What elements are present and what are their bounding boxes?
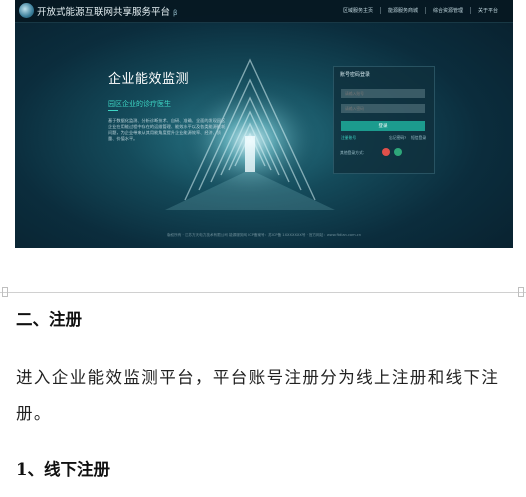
login-panel: 账号密码登录 登录 注册账号 忘记密码? 短信登录 其他登录方式： (333, 66, 435, 174)
platform-logo-icon (19, 3, 34, 18)
username-input[interactable] (341, 89, 425, 98)
forgot-password-link[interactable]: 忘记密码? (389, 135, 406, 141)
login-title: 账号密码登录 (340, 72, 371, 78)
subsection-heading: 1、线下注册 (16, 460, 110, 479)
hero-description: 基于数据化监测、分析诊断技术、自研、准确、全面的发现园区企业在用能过程中存在的运… (108, 118, 226, 141)
hero-title: 企业能效监测 (108, 72, 190, 87)
hero-subtitle: 园区企业的诊疗医生 (108, 100, 171, 108)
divider-handle-right (518, 287, 524, 297)
platform-title-text: 开放式能源互联网共享服务平台 (37, 7, 171, 18)
top-nav: 区域服务主页 能源服务商城 综合资源管理 关于平台 (336, 7, 505, 14)
nav-item-about[interactable]: 关于平台 (469, 7, 505, 14)
body-paragraph: 进入企业能效监测平台，平台账号注册分为线上注册和线下注册。 (16, 368, 500, 423)
password-input[interactable] (341, 104, 425, 113)
beta-badge: β (173, 9, 178, 17)
register-link[interactable]: 注册账号 (341, 135, 356, 141)
login-button[interactable]: 登录 (341, 121, 425, 131)
nav-item-energy-mall[interactable]: 能源服务商城 (379, 7, 425, 14)
third-party-login-green-icon[interactable] (394, 148, 402, 156)
section-divider (0, 292, 526, 293)
nav-item-resource-management[interactable]: 综合资源管理 (424, 7, 470, 14)
third-party-login-red-icon[interactable] (382, 148, 390, 156)
sms-login-link[interactable]: 短信登录 (411, 135, 426, 141)
platform-screenshot: 开放式能源互联网共享服务平台 β 区域服务主页 能源服务商城 综合资源管理 关于平… (15, 0, 513, 248)
site-footer: 版权所有 · 江苏方天电力技术有限公司 能源服务网 ICP备案号：苏ICP备 1… (166, 233, 362, 237)
platform-title: 开放式能源互联网共享服务平台 β (37, 4, 177, 18)
top-bar: 开放式能源互联网共享服务平台 β 区域服务主页 能源服务商城 综合资源管理 关于平… (15, 0, 513, 23)
nav-item-region-home[interactable]: 区域服务主页 (336, 7, 380, 14)
section-heading: 二、注册 (16, 310, 82, 329)
divider-handle-left (2, 287, 8, 297)
third-party-login-label: 其他登录方式： (340, 150, 367, 155)
hero-divider (108, 110, 118, 111)
